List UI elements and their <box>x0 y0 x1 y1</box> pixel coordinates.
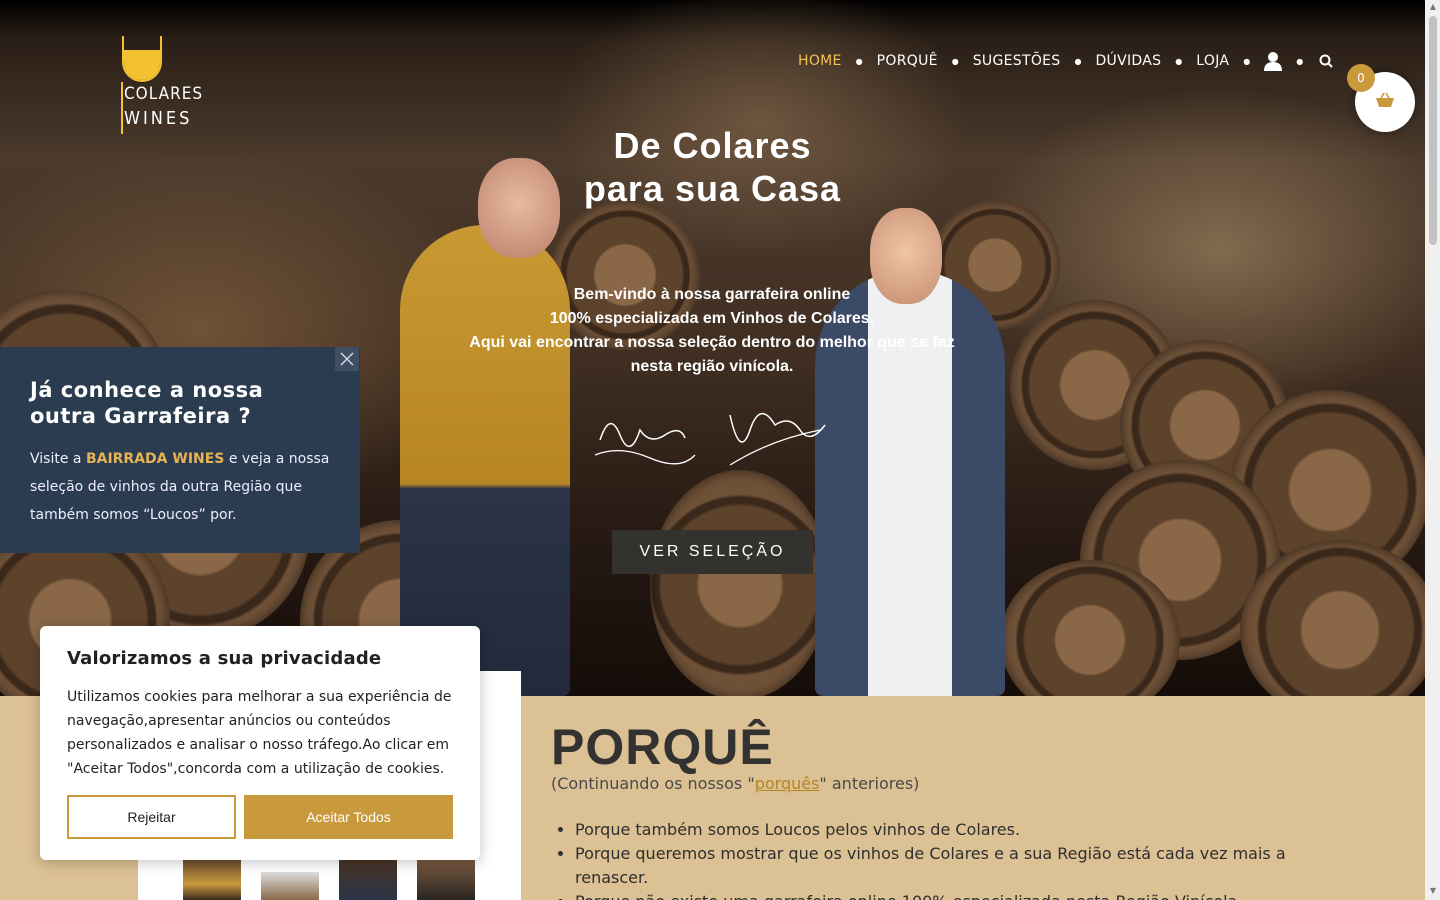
hero-subtitle: Bem-vindo à nossa garrafeira online 100%… <box>412 283 1012 379</box>
site-logo[interactable]: COLARES WINES <box>118 34 202 138</box>
signatures <box>594 413 826 466</box>
hero-subtitle-line: nesta região vinícola. <box>630 358 794 375</box>
accept-cookies-button[interactable]: Aceitar Todos <box>244 795 453 839</box>
nav-separator: ● <box>1243 56 1251 66</box>
hero-subtitle-line: 100% especializada em Vinhos de Colares. <box>549 310 875 327</box>
search-icon[interactable] <box>1317 52 1335 70</box>
barrel-image <box>650 470 830 696</box>
nav-home[interactable]: HOME <box>798 53 842 69</box>
hero-title-line2: para sua Casa <box>583 168 842 209</box>
promo-title-line2: outra Garrafeira ? <box>30 404 252 428</box>
gallery-thumbnail[interactable] <box>417 860 475 900</box>
porque-list: Porque também somos Loucos pelos vinhos … <box>575 818 1335 900</box>
porques-link[interactable]: porquês <box>755 774 820 793</box>
gallery-thumbnail[interactable] <box>261 872 319 900</box>
list-item: Porque também somos Loucos pelos vinhos … <box>575 818 1335 842</box>
promo-title: Já conhece a nossa outra Garrafeira ? <box>30 377 330 429</box>
user-icon[interactable] <box>1264 52 1283 71</box>
main-nav: HOME ● PORQUÊ ● SUGESTÕES ● DÚVIDAS ● LO… <box>798 50 1335 72</box>
nav-separator: ● <box>1074 56 1082 66</box>
nav-sugestoes[interactable]: SUGESTÕES <box>973 53 1061 69</box>
bairrada-wines-link[interactable]: BAIRRADA WINES <box>86 451 224 467</box>
nav-duvidas[interactable]: DÚVIDAS <box>1095 53 1161 69</box>
promo-text: Visite a BAIRRADA WINES e veja a nossa s… <box>30 445 330 529</box>
gallery-thumbnail[interactable] <box>339 860 397 900</box>
porque-title: PORQUÊ <box>551 719 774 775</box>
logo-text-colares: COLARES <box>124 84 204 104</box>
porque-sub-before: (Continuando os nossos " <box>551 774 755 793</box>
cookie-text: Utilizamos cookies para melhorar a sua e… <box>67 689 452 777</box>
cookie-title: Valorizamos a sua privacidade <box>67 648 382 669</box>
promo-panel: Já conhece a nossa outra Garrafeira ? Vi… <box>0 347 360 553</box>
nav-porque[interactable]: PORQUÊ <box>877 53 938 69</box>
hero-title-line1: De Colares <box>613 125 812 166</box>
scroll-up-icon[interactable]: ▲ <box>1428 2 1438 12</box>
nav-separator: ● <box>1175 56 1183 66</box>
scroll-down-icon[interactable]: ▼ <box>1428 886 1438 896</box>
hero-title: De Colares para sua Casa <box>0 124 1425 210</box>
basket-icon <box>1375 92 1395 112</box>
promo-title-line1: Já conhece a nossa <box>30 378 264 402</box>
reject-cookies-button[interactable]: Rejeitar <box>67 795 236 839</box>
nav-loja[interactable]: LOJA <box>1196 53 1229 69</box>
hero-subtitle-line: Bem-vindo à nossa garrafeira online <box>573 286 851 303</box>
cookie-consent-dialog: Valorizamos a sua privacidade Utilizamos… <box>40 626 480 860</box>
scrollbar-thumb[interactable] <box>1429 16 1437 245</box>
ver-selecao-button[interactable]: VER SELEÇÃO <box>612 530 813 574</box>
gallery-thumbnail[interactable] <box>183 860 241 900</box>
gallery-thumbnails <box>183 860 475 900</box>
cart-count-badge: 0 <box>1347 64 1375 92</box>
cookie-buttons: Rejeitar Aceitar Todos <box>67 795 453 839</box>
porque-sub-after: " anteriores) <box>819 774 920 793</box>
list-item: Porque não existe uma garrafeira online … <box>575 890 1335 900</box>
nav-separator: ● <box>855 56 863 66</box>
porque-subtitle: (Continuando os nossos "porquês" anterio… <box>551 774 919 793</box>
hero-subtitle-line: Aqui vai encontrar a nossa seleção dentr… <box>469 334 955 351</box>
nav-separator: ● <box>1296 56 1304 66</box>
close-icon[interactable] <box>335 347 359 371</box>
nav-separator: ● <box>951 56 959 66</box>
wine-glass-icon <box>122 36 162 82</box>
list-item: Porque queremos mostrar que os vinhos de… <box>575 842 1335 890</box>
promo-text-before: Visite a <box>30 451 86 467</box>
